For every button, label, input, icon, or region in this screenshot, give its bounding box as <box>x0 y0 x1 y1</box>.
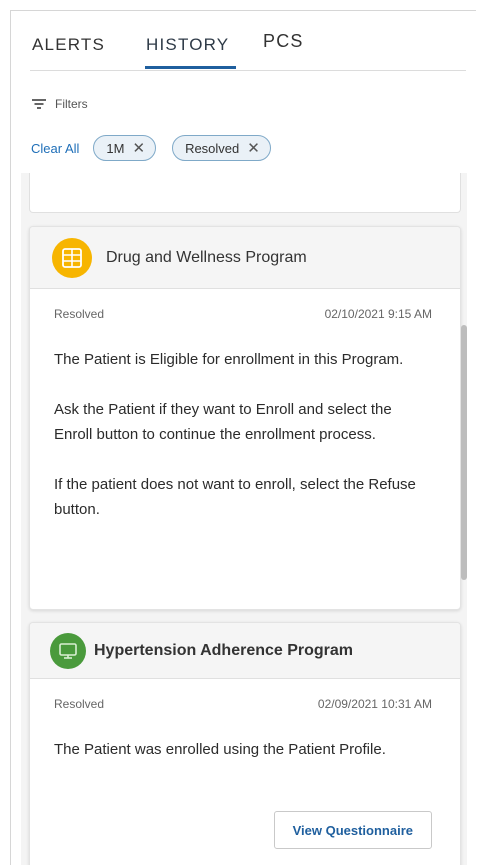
active-filters: Clear All 1M ✕ Resolved ✕ <box>31 134 287 162</box>
card-header: Hypertension Adherence Program <box>30 623 460 679</box>
card-title: Hypertension Adherence Program <box>94 641 354 659</box>
card-header: Drug and Wellness Program <box>30 227 460 289</box>
active-tab-indicator <box>145 66 236 69</box>
close-icon[interactable]: ✕ <box>132 141 145 156</box>
scrollbar[interactable] <box>461 325 467 580</box>
card-body: Resolved 02/09/2021 10:31 AM The Patient… <box>30 679 460 782</box>
previous-card-bottom <box>29 173 461 213</box>
filter-icon <box>32 99 46 109</box>
chip-label: 1M <box>106 140 125 156</box>
filter-chip-resolved: Resolved ✕ <box>172 135 271 161</box>
close-icon[interactable]: ✕ <box>247 141 260 156</box>
card-message: The Patient was enrolled using the Patie… <box>54 741 386 758</box>
timestamp: 02/10/2021 9:15 AM <box>324 307 432 321</box>
timestamp: 02/09/2021 10:31 AM <box>317 697 432 711</box>
filters-toggle[interactable]: Filters <box>32 97 88 111</box>
card-message: If the patient does not want to enroll, … <box>54 476 416 518</box>
filters-label: Filters <box>55 97 88 111</box>
alerts-panel: ALERTS HISTORY PCS Filters Clear All 1M … <box>10 10 476 865</box>
history-list: Drug and Wellness Program Resolved 02/10… <box>21 173 467 865</box>
monitor-icon <box>50 632 86 669</box>
chip-label: Resolved <box>185 140 240 156</box>
view-questionnaire-button[interactable]: View Questionnaire <box>273 811 432 849</box>
status-label: Resolved <box>54 697 105 711</box>
tab-pcs[interactable]: PCS <box>263 31 304 68</box>
filter-chip-1m: 1M ✕ <box>93 135 157 161</box>
card-title: Drug and Wellness Program <box>106 248 307 266</box>
clear-all-link[interactable]: Clear All <box>31 141 79 156</box>
card-body: Resolved 02/10/2021 9:15 AM The Patient … <box>30 289 460 542</box>
status-label: Resolved <box>54 307 105 321</box>
program-grid-icon <box>52 237 92 278</box>
tab-bar: ALERTS HISTORY PCS <box>30 31 466 72</box>
history-card: Hypertension Adherence Program Resolved … <box>29 622 461 865</box>
card-message: The Patient is Eligible for enrollment i… <box>54 351 404 368</box>
tab-alerts[interactable]: ALERTS <box>32 35 105 72</box>
history-card: Drug and Wellness Program Resolved 02/10… <box>29 226 461 610</box>
card-message: Ask the Patient if they want to Enroll a… <box>54 401 392 443</box>
